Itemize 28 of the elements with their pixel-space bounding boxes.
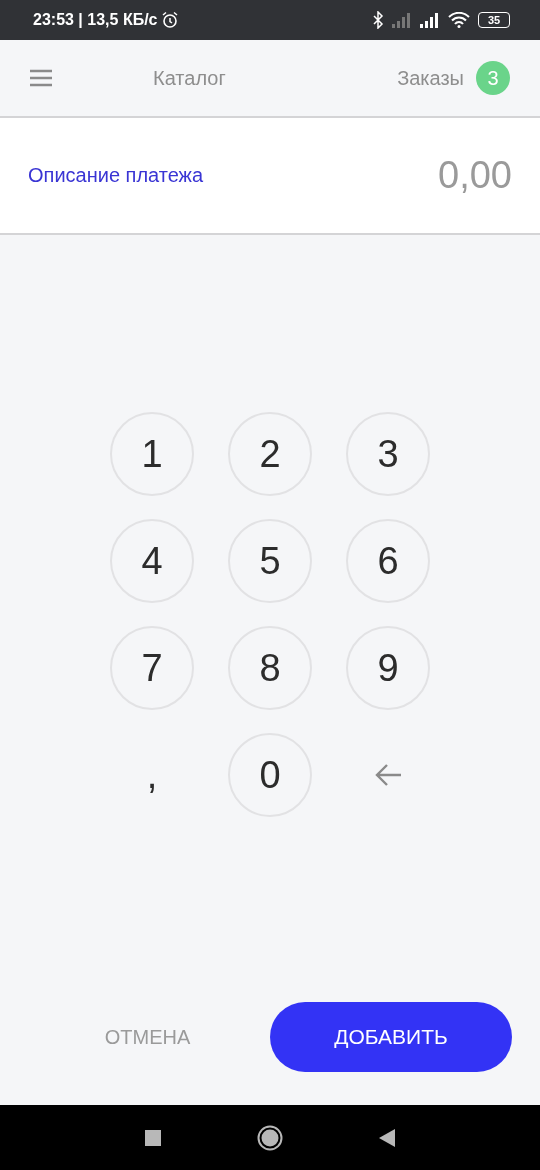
wifi-icon xyxy=(448,12,470,28)
digit-key[interactable]: 1 xyxy=(110,412,194,496)
menu-icon xyxy=(30,69,52,87)
digit-key[interactable]: 8 xyxy=(228,626,312,710)
alarm-icon xyxy=(161,11,180,29)
orders-count-badge: 3 xyxy=(476,61,510,95)
digit-key[interactable]: 0 xyxy=(228,733,312,817)
comma-key[interactable]: , xyxy=(110,733,194,817)
status-time: 23:53 | 13,5 КБ/с xyxy=(33,11,158,29)
amount-display: 0,00 xyxy=(438,154,512,197)
add-button[interactable]: ДОБАВИТЬ xyxy=(270,1002,512,1072)
recents-icon[interactable] xyxy=(145,1129,161,1146)
signal-icon xyxy=(392,12,412,28)
digit-key[interactable]: 6 xyxy=(346,519,430,603)
menu-button[interactable] xyxy=(28,67,54,89)
signal-icon xyxy=(420,12,440,28)
digit-key[interactable]: 2 xyxy=(228,412,312,496)
digit-key[interactable]: 3 xyxy=(346,412,430,496)
digit-key[interactable]: 4 xyxy=(110,519,194,603)
battery-icon: 35 xyxy=(478,12,510,28)
digit-key[interactable]: 9 xyxy=(346,626,430,710)
home-icon[interactable] xyxy=(257,1124,283,1151)
back-icon[interactable] xyxy=(379,1128,395,1147)
bluetooth-icon xyxy=(372,11,384,29)
description-field[interactable]: Описание платежа xyxy=(28,164,439,187)
backspace-icon xyxy=(374,763,402,787)
digit-key[interactable]: 5 xyxy=(228,519,312,603)
digit-key[interactable]: 7 xyxy=(110,626,194,710)
